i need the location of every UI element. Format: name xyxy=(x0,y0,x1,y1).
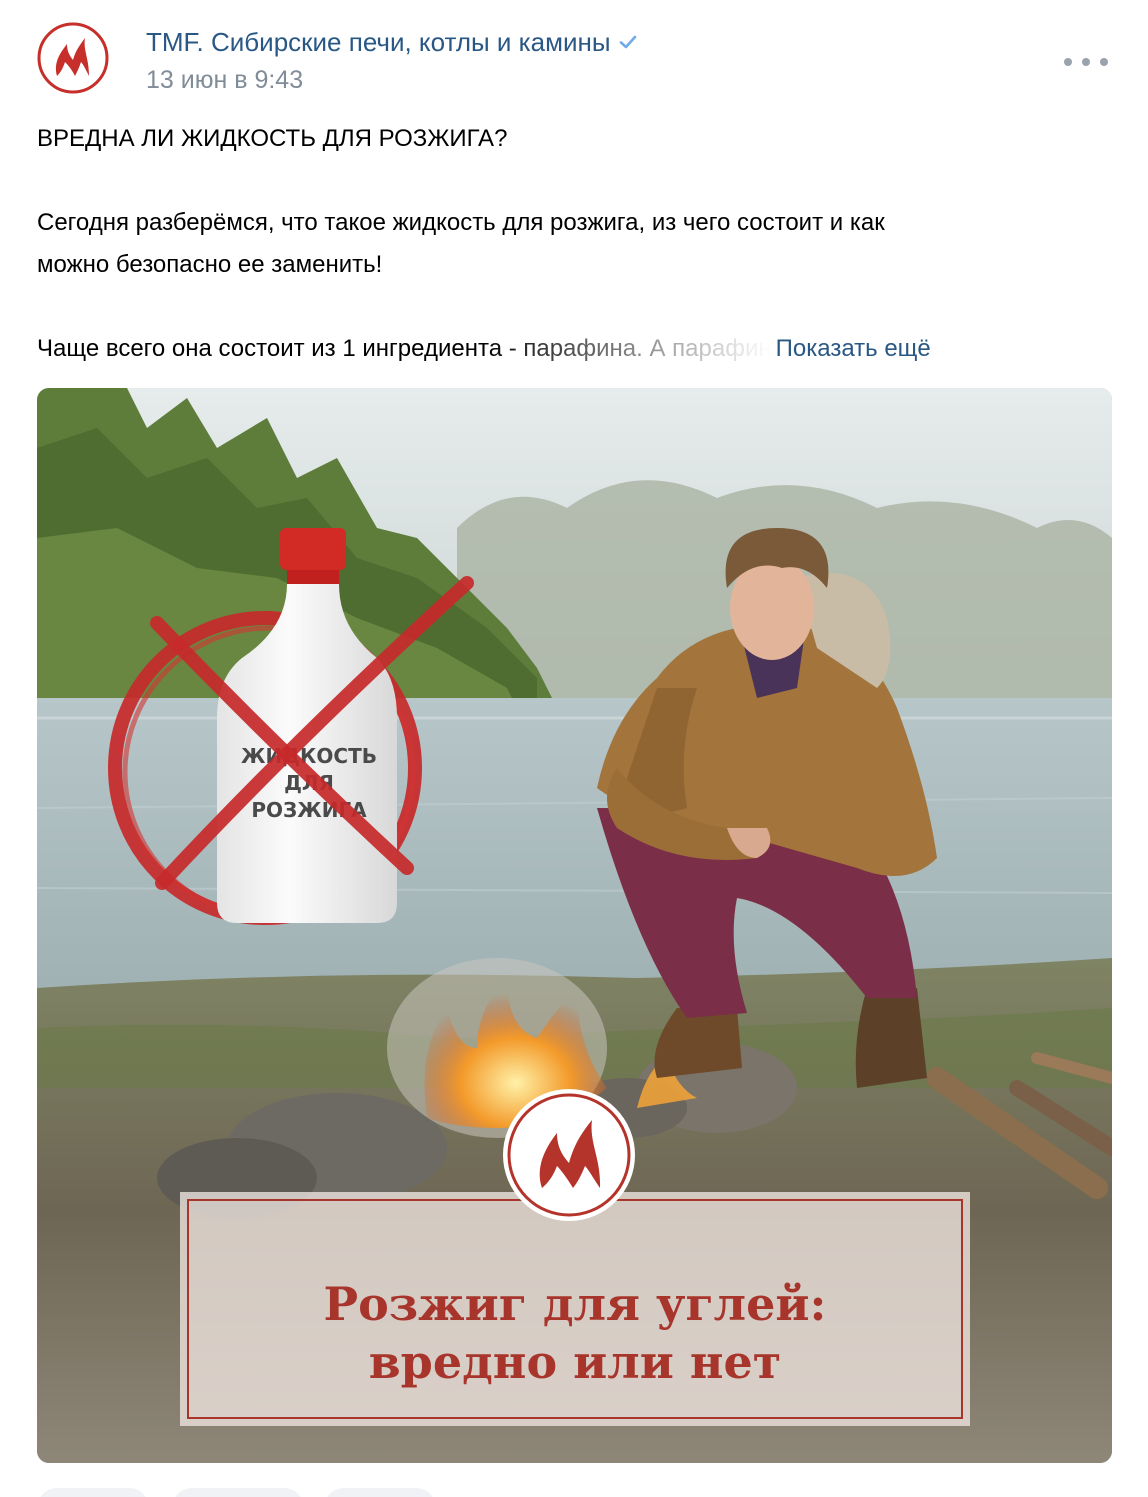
author-avatar[interactable] xyxy=(37,22,109,94)
like-button[interactable] xyxy=(37,1488,149,1497)
post-photo[interactable]: ЖИДКОСТЬ ДЛЯ РОЗЖИГА Розжиг для углей: в… xyxy=(37,388,1112,1463)
show-more-link[interactable]: Показать ещё xyxy=(776,335,931,362)
post-text: ВРЕДНА ЛИ ЖИДКОСТЬ ДЛЯ РОЗЖИГА? Сегодня … xyxy=(37,118,1112,370)
more-horizontal-icon xyxy=(1100,58,1108,66)
author-name-text[interactable]: TMF. Сибирские печи, котлы и камины xyxy=(146,27,611,57)
more-options-button[interactable] xyxy=(1064,50,1108,74)
wall-post: TMF. Сибирские печи, котлы и камины 13 и… xyxy=(0,0,1148,1497)
banner-title-line: Розжиг для углей: xyxy=(324,1277,827,1331)
comment-button[interactable] xyxy=(172,1488,304,1497)
post-paragraph-line: можно безопасно ее заменить! xyxy=(37,251,383,278)
post-paragraph-line: Сегодня разберёмся, что такое жидкость д… xyxy=(37,209,885,236)
photo-illustration: ЖИДКОСТЬ ДЛЯ РОЗЖИГА Розжиг для углей: в… xyxy=(37,388,1112,1463)
more-horizontal-icon xyxy=(1064,58,1072,66)
author-name[interactable]: TMF. Сибирские печи, котлы и камины xyxy=(146,26,639,58)
post-date[interactable]: 13 июн в 9:43 xyxy=(146,64,303,96)
flame-logo-icon xyxy=(37,22,109,94)
share-button[interactable] xyxy=(324,1488,436,1497)
post-headline: ВРЕДНА ЛИ ЖИДКОСТЬ ДЛЯ РОЗЖИГА? xyxy=(37,125,508,152)
bottle-label-line: ЖИДКОСТЬ xyxy=(241,744,377,768)
post-paragraph-truncated: Чаще всего она состоит из 1 ингредиента … xyxy=(37,328,1112,370)
more-horizontal-icon xyxy=(1082,58,1090,66)
post-truncated-text: Чаще всего она состоит из 1 ингредиента … xyxy=(37,335,772,362)
checkmark-icon xyxy=(619,35,636,49)
banner-title-line: вредно или нет xyxy=(369,1335,782,1389)
